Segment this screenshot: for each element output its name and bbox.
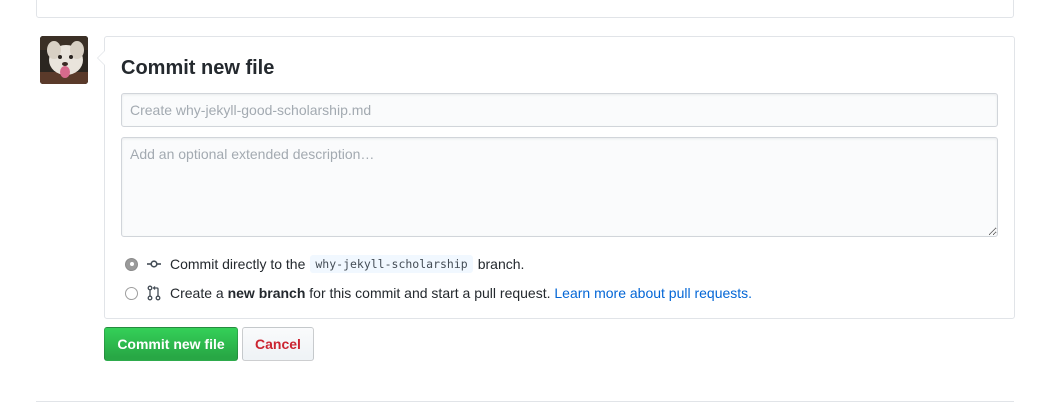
commit-description-textarea[interactable] [121,137,998,237]
new-branch-middle-text: for this commit and start a pull request… [309,285,551,301]
branch-name-code: why-jekyll-scholarship [310,255,473,273]
commit-new-file-button[interactable]: Commit new file [104,327,238,361]
previous-panel [36,0,1014,18]
new-branch-prefix: Create a [170,285,224,301]
new-branch-option[interactable]: Create a new branch for this commit and … [125,283,752,303]
commit-summary-input[interactable] [121,93,998,127]
commit-directly-prefix: Commit directly to the [170,256,306,272]
cancel-button[interactable]: Cancel [242,327,314,361]
git-pull-request-icon [147,285,161,301]
commit-form-title: Commit new file [121,57,275,79]
commit-directly-option[interactable]: Commit directly to the why-jekyll-schola… [125,254,524,274]
speech-caret-fill [98,51,105,65]
commit-directly-radio[interactable] [125,257,138,271]
avatar-image [40,36,88,84]
new-branch-radio[interactable] [125,286,138,300]
git-commit-icon [147,260,161,268]
divider [36,401,1014,402]
avatar[interactable] [40,36,88,84]
new-branch-bold-text: new branch [227,285,306,301]
commit-form: Commit new file Commit directly to the w… [97,36,1015,319]
commit-directly-suffix: branch. [477,256,525,272]
learn-more-pull-requests-link[interactable]: Learn more about pull requests. [554,285,752,301]
